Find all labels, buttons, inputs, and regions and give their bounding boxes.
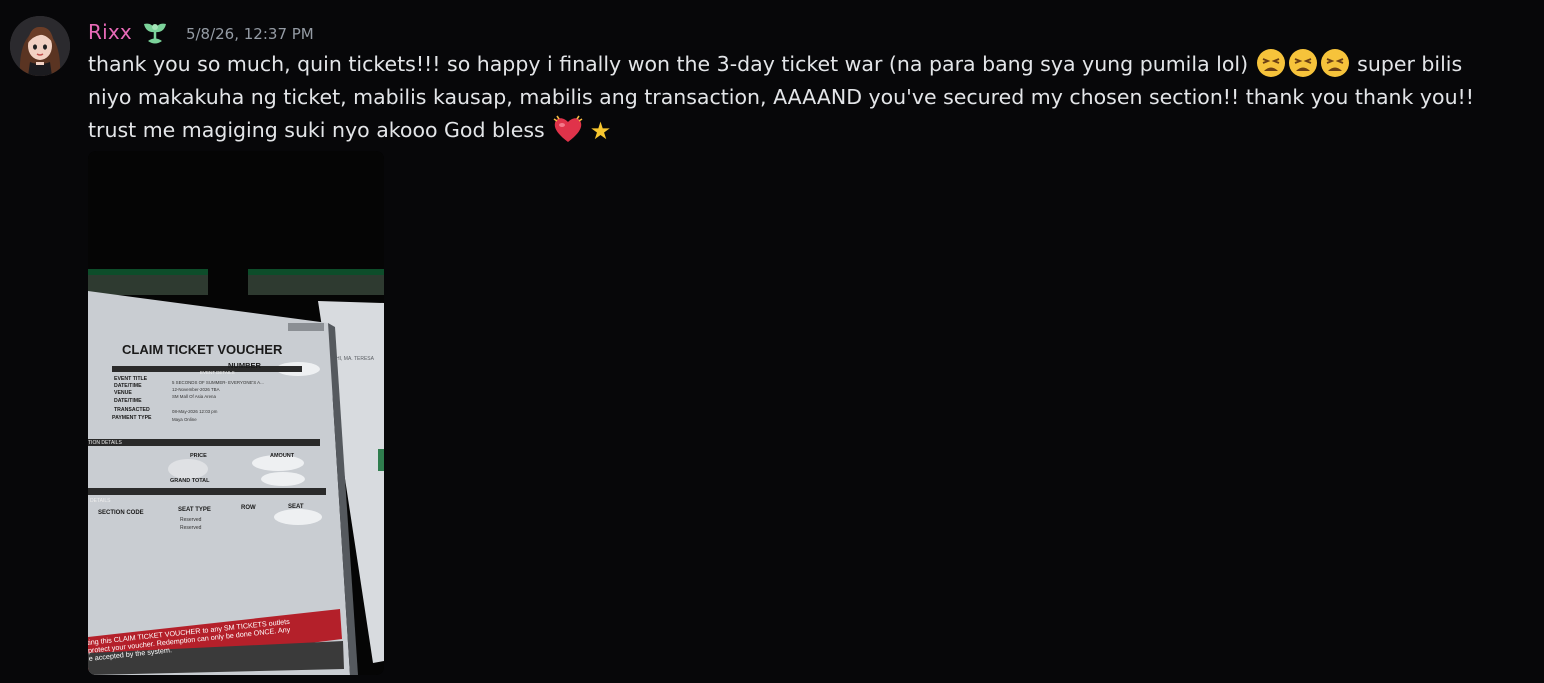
- venue-value: SM Mall Of Asia Arena: [172, 394, 216, 399]
- avatar[interactable]: [10, 16, 70, 76]
- sprout-role-icon[interactable]: [140, 17, 170, 47]
- reserved-value-1: Reserved: [180, 517, 202, 523]
- transacted-value: 08-May-2026 12:03 pm: [172, 409, 218, 414]
- transacted-label: TRANSACTED: [114, 407, 150, 413]
- avatar-image: [10, 16, 70, 76]
- weary-face-emoji: [1256, 48, 1286, 78]
- date-time-value: 12-November-2026 TBA: [172, 387, 220, 392]
- chat-message: Rixx 5/8/26, 12:37 PM thank you so much,…: [0, 0, 1544, 683]
- price-label: PRICE: [190, 453, 207, 459]
- seat-type-label: SEAT TYPE: [178, 507, 211, 513]
- date-time-label-2: DATE/TIME: [114, 398, 142, 404]
- message-timestamp[interactable]: 5/8/26, 12:37 PM: [186, 25, 314, 43]
- weary-face-emoji: [1320, 48, 1350, 78]
- beating-heart-emoji: [552, 114, 583, 144]
- voucher-title: CLAIM TICKET VOUCHER: [122, 342, 283, 357]
- image-attachment[interactable]: CLAIM TICKET VOUCHER NUMBER EVENT DETAIL…: [88, 151, 384, 675]
- voucher-number-label: NUMBER: [228, 361, 261, 370]
- message-text-part1: thank you so much, quin tickets!!! so ha…: [88, 52, 1249, 76]
- username[interactable]: Rixx: [88, 20, 132, 44]
- date-time-label: DATE/TIME: [114, 383, 142, 389]
- event-title-label: EVENT TITLE: [114, 376, 148, 382]
- event-title-value: 5 SECONDS OF SUMMER- EVERYONE'S A...: [172, 380, 264, 385]
- amount-label: AMOUNT: [270, 453, 295, 459]
- section-code-label: SECTION CODE: [98, 510, 144, 516]
- side-screen-text: HI, MA. TERESA: [336, 356, 375, 362]
- reserved-value-2: Reserved: [180, 525, 202, 531]
- event-details-header: EVENT DETAILS: [200, 370, 235, 375]
- ticket-voucher-photo: CLAIM TICKET VOUCHER NUMBER EVENT DETAIL…: [88, 151, 384, 675]
- venue-label: VENUE: [114, 390, 132, 396]
- payment-type-value: Maya Online: [172, 417, 197, 422]
- transaction-details-header: TION DETAILS: [88, 440, 122, 446]
- weary-face-emoji: [1288, 48, 1318, 78]
- star-emoji: ★: [589, 117, 612, 145]
- message-content: thank you so much, quin tickets!!! so ha…: [88, 48, 1508, 148]
- grand-total-label: GRAND TOTAL: [170, 478, 210, 484]
- row-label: ROW: [241, 505, 256, 511]
- message-header: Rixx 5/8/26, 12:37 PM: [88, 16, 314, 48]
- seat-label: SEAT: [288, 504, 304, 510]
- payment-type-label: PAYMENT TYPE: [112, 415, 152, 421]
- seat-details-header: DETAILS: [90, 498, 111, 504]
